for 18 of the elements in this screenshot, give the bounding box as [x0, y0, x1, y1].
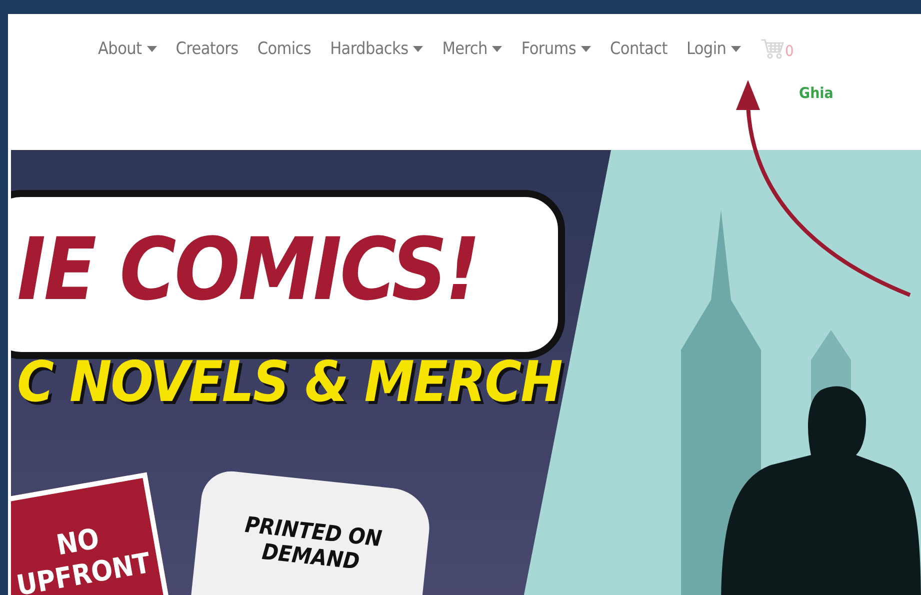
cart-icon[interactable]: [760, 38, 784, 60]
banner-subheadline: C NOVELS & MERCH: [17, 350, 562, 415]
banner-headline: IE COMICS!: [17, 220, 479, 320]
nav-link[interactable]: Creators: [176, 39, 238, 59]
nav-link[interactable]: About: [98, 39, 157, 59]
caret-icon: [731, 46, 742, 52]
nav-link[interactable]: Login: [686, 39, 742, 59]
nav-link[interactable]: Comics: [257, 39, 312, 59]
caret-icon: [413, 46, 424, 52]
nav-link[interactable]: Forums: [521, 39, 592, 59]
nav-link[interactable]: Merch: [442, 39, 502, 59]
caret-icon: [146, 46, 157, 52]
username[interactable]: Ghia: [799, 84, 834, 104]
caret-icon: [492, 46, 502, 52]
nav-link[interactable]: Hardbacks: [330, 39, 424, 59]
cart-count: 0: [785, 42, 794, 60]
nav-link[interactable]: Contact: [610, 39, 668, 59]
caret-icon: [581, 46, 592, 52]
